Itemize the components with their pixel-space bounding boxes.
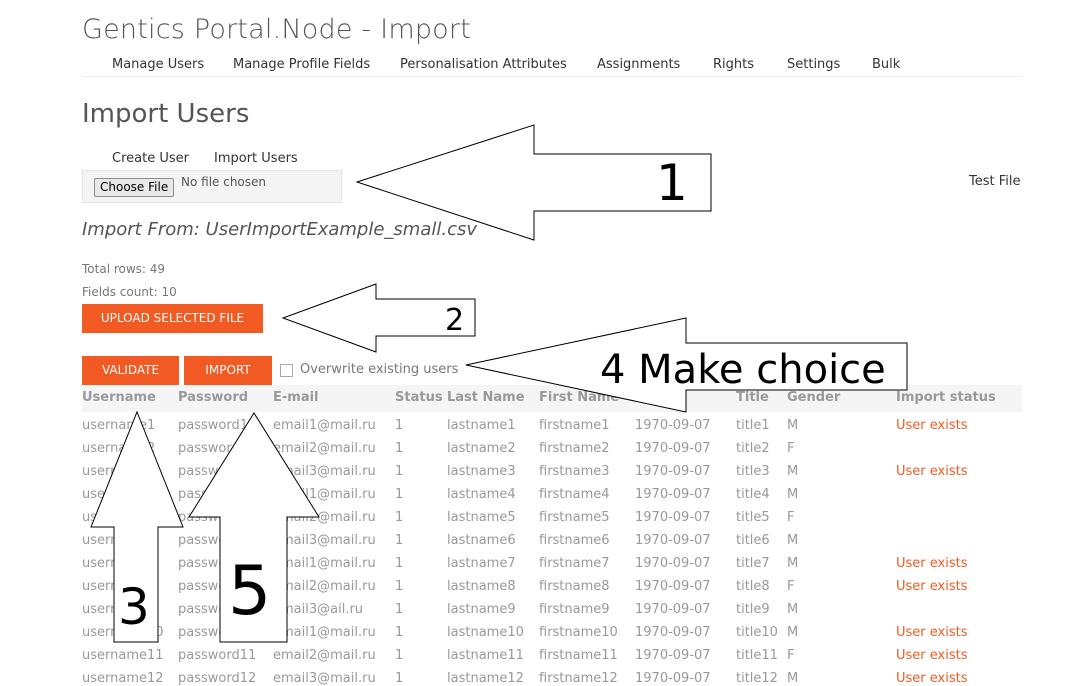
annotation-1: 1	[656, 154, 688, 212]
annotation-overlay: 1 2 4 Make choice 3 5	[90, 124, 908, 643]
annotation-4: 4 Make choice	[600, 347, 886, 393]
annotation-3: 3	[118, 578, 150, 636]
annotation-5: 5	[228, 552, 271, 631]
annotation-2: 2	[445, 303, 464, 338]
